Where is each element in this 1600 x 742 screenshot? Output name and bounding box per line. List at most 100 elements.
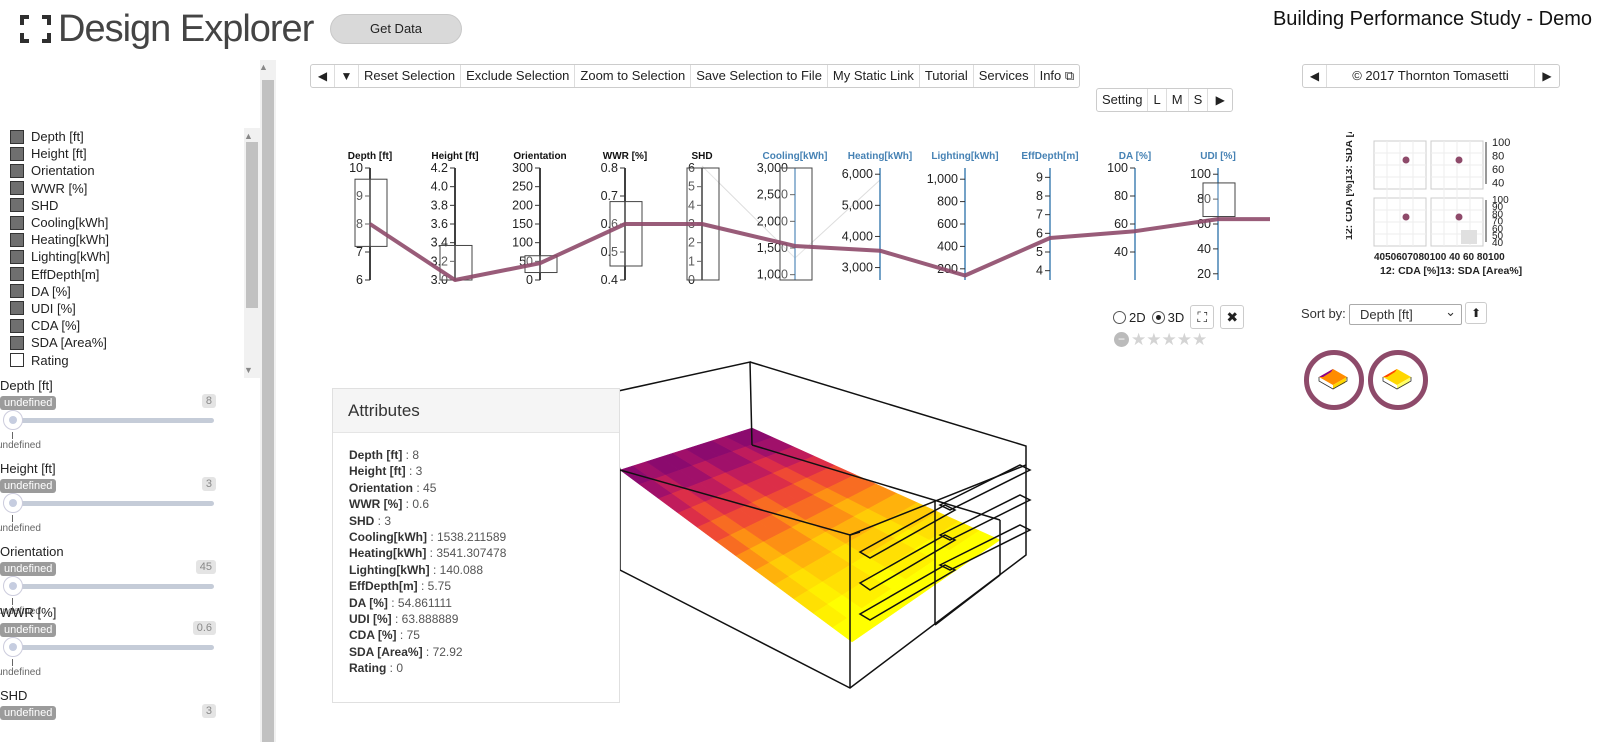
attribute-scroll-down-icon[interactable]: ▼	[244, 365, 253, 375]
filter-slider-track[interactable]	[6, 501, 214, 506]
reset-selection-button[interactable]: Reset Selection	[359, 65, 462, 87]
save-selection-button[interactable]: Save Selection to File	[691, 65, 828, 87]
attribute-checkbox[interactable]	[10, 232, 24, 247]
attribute-item[interactable]: Height [ft]	[10, 145, 110, 162]
attribute-item[interactable]: Cooling[kWh]	[10, 214, 110, 231]
star-icon[interactable]: ★	[1146, 330, 1161, 350]
attribute-item[interactable]: SDA [Area%]	[10, 334, 110, 351]
attribute-checkbox[interactable]	[10, 267, 24, 282]
sort-select[interactable]: Depth [ft]	[1349, 302, 1462, 325]
axis-tick-label: 800	[937, 195, 958, 209]
attribute-list-scrollbar-thumb[interactable]	[246, 142, 258, 308]
attribute-item[interactable]: UDI [%]	[10, 300, 110, 317]
filter-slider-handle[interactable]	[3, 493, 23, 513]
scatter-matrix[interactable]: 100806040100908070605040 12: CDA [%]13: …	[1346, 132, 1536, 282]
prev-icon[interactable]: ◀	[311, 65, 335, 87]
attribute-row: Rating : 0	[349, 660, 619, 676]
star-icon[interactable]: ★	[1162, 330, 1177, 350]
dropdown-icon[interactable]: ▼	[335, 65, 359, 87]
fullscreen-icon[interactable]: ⛶	[1190, 305, 1215, 329]
star-icon[interactable]: ★	[1177, 330, 1192, 350]
clear-rating-icon[interactable]: −	[1114, 332, 1129, 347]
attribute-item[interactable]: Heating[kWh]	[10, 231, 110, 248]
attribute-label: EffDepth[m]	[31, 266, 100, 282]
services-button[interactable]: Services	[974, 65, 1035, 87]
filter-slider-track[interactable]	[6, 418, 214, 423]
attribute-scroll-up-icon[interactable]: ▲	[244, 131, 253, 141]
copyright-prev-icon[interactable]: ◀	[1303, 65, 1327, 87]
attribute-checkbox[interactable]	[10, 163, 24, 178]
attribute-item[interactable]: DA [%]	[10, 283, 110, 300]
pc-axis[interactable]: EffDepth[m] 9 8 7 6 5 4	[1021, 151, 1079, 280]
attribute-item[interactable]: Depth [ft]	[10, 128, 110, 145]
size-m-button[interactable]: M	[1167, 89, 1189, 111]
axis-tick-label: 0.8	[601, 161, 618, 175]
filter-min-badge: undefined	[0, 623, 57, 637]
attribute-item[interactable]: WWR [%]	[10, 180, 110, 197]
attribute-checkbox[interactable]	[10, 335, 24, 350]
attribute-checkbox[interactable]	[10, 318, 24, 333]
axis-brush[interactable]	[779, 167, 813, 281]
filter-slider-handle[interactable]	[3, 637, 23, 657]
radio-3d[interactable]	[1151, 310, 1165, 324]
attribute-item[interactable]: Rating	[10, 351, 110, 368]
attribute-checkbox[interactable]	[10, 215, 24, 230]
axis-tick-label: 8	[1036, 189, 1043, 203]
scatter-brush	[1461, 230, 1477, 244]
attribute-key: Rating	[349, 661, 387, 676]
axis-tick-label: 4.2	[431, 161, 448, 175]
static-link-button[interactable]: My Static Link	[828, 65, 920, 87]
attribute-checkbox[interactable]	[10, 129, 24, 144]
filter-slider-handle[interactable]	[3, 410, 23, 430]
axis-tick-label: 0	[526, 273, 533, 287]
attribute-item[interactable]: CDA [%]	[10, 317, 110, 334]
radio-2d[interactable]	[1113, 310, 1126, 324]
info-button[interactable]: Info ⧉	[1035, 65, 1080, 87]
sort-direction-icon[interactable]: ⬆	[1465, 302, 1487, 324]
attribute-checkbox[interactable]	[10, 198, 24, 213]
filter-slider-track[interactable]	[6, 584, 214, 589]
pc-axis[interactable]: Heating[kWh] 6,000 5,000 4,000 3,000	[842, 151, 913, 280]
design-thumbnail[interactable]	[1368, 350, 1428, 410]
axis-brush[interactable]	[609, 201, 643, 267]
axis-tick-label: 3,000	[842, 261, 873, 275]
pc-axis[interactable]: DA [%]100806040	[1107, 151, 1151, 280]
size-l-button[interactable]: L	[1148, 89, 1167, 111]
tutorial-button[interactable]: Tutorial	[920, 65, 974, 87]
get-data-button[interactable]: Get Data	[330, 14, 462, 44]
design-thumbnail[interactable]	[1304, 350, 1364, 410]
size-s-button[interactable]: S	[1189, 89, 1209, 111]
setting-button[interactable]: Setting	[1097, 89, 1149, 111]
filter-slider-handle[interactable]	[3, 576, 23, 596]
axis-brush[interactable]	[1202, 182, 1236, 218]
axis-brush[interactable]	[354, 178, 388, 247]
copyright-next-icon[interactable]: ▶	[1535, 65, 1559, 87]
attribute-checkbox[interactable]	[10, 181, 24, 196]
attribute-checkbox[interactable]	[10, 284, 24, 299]
attribute-checkbox[interactable]	[10, 301, 24, 316]
thumbnail-heatmap-icon	[1318, 369, 1348, 390]
zoom-to-selection-button[interactable]: Zoom to Selection	[575, 65, 692, 87]
attribute-checkbox[interactable]	[10, 249, 24, 264]
attribute-item[interactable]: EffDepth[m]	[10, 266, 110, 283]
attribute-item[interactable]: Lighting[kWh]	[10, 248, 110, 265]
attribute-row: UDI [%] : 63.888889	[349, 611, 619, 627]
range-filter: Height [ft] undefined 3 undefined	[0, 461, 220, 534]
panel-scrollbar-thumb[interactable]	[262, 80, 274, 742]
attribute-item[interactable]: Orientation	[10, 162, 110, 179]
attribute-checkbox[interactable]	[10, 353, 24, 368]
filter-min-badge: undefined	[0, 396, 57, 410]
star-icon[interactable]: ★	[1131, 330, 1146, 350]
exclude-selection-button[interactable]: Exclude Selection	[461, 65, 576, 87]
pc-axis[interactable]: Lighting[kWh]1,000800600400200	[927, 151, 999, 280]
close-icon[interactable]: ✖	[1220, 305, 1245, 329]
parallel-coordinates-chart[interactable]: Depth [ft]109876Height [ft]4.24.03.83.63…	[330, 140, 1275, 290]
star-icon[interactable]: ★	[1192, 330, 1207, 350]
3d-model-view[interactable]	[600, 350, 1040, 695]
attribute-checkbox[interactable]	[10, 146, 24, 161]
filter-value-badge: 45	[195, 560, 216, 574]
panel-scroll-up-icon[interactable]: ▲	[259, 62, 268, 72]
attribute-item[interactable]: SHD	[10, 197, 110, 214]
filter-slider-track[interactable]	[6, 645, 214, 650]
next-icon[interactable]: ▶	[1208, 89, 1232, 111]
